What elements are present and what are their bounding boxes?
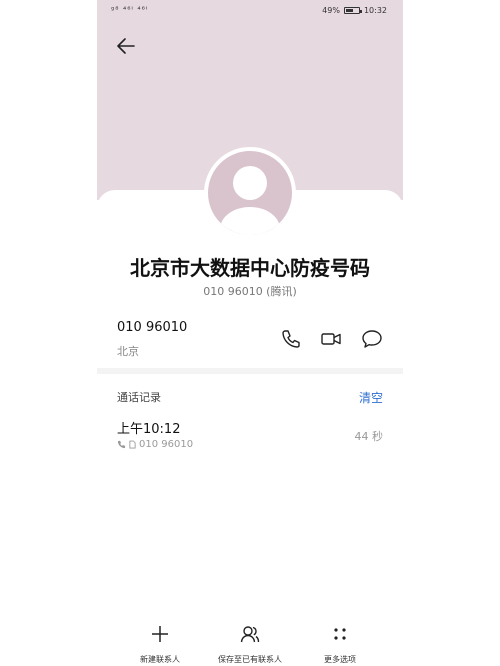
bottom-action-bar: 新建联系人 保存至已有联系人 更多选项 (97, 620, 403, 666)
record-duration: 44 秒 (354, 430, 384, 443)
status-right: 49% 10:32 (322, 6, 387, 15)
clear-call-log-button[interactable]: 清空 (359, 389, 383, 406)
more-options-label: 更多选项 (324, 655, 356, 664)
plus-icon (152, 626, 168, 642)
incoming-call-icon (117, 440, 126, 449)
back-arrow-icon[interactable] (115, 35, 137, 57)
new-contact-label: 新建联系人 (140, 655, 180, 664)
more-dots-icon (334, 628, 346, 640)
more-options-button[interactable]: 更多选项 (295, 624, 385, 666)
record-number: 010 96010 (139, 439, 194, 450)
new-contact-button[interactable]: 新建联系人 (115, 624, 205, 666)
record-time: 上午10:12 (117, 422, 181, 437)
status-bar: ᵍ⁸ ⁴⁶ᴵ ⁴⁶ᴵ 49% 10:32 (97, 0, 403, 22)
phone-number-row[interactable]: 010 96010 北京 (97, 316, 403, 368)
clock: 10:32 (363, 6, 387, 15)
save-to-existing-label: 保存至已有联系人 (218, 655, 282, 664)
section-divider (97, 368, 403, 374)
video-call-icon[interactable] (320, 328, 342, 350)
battery-icon (343, 7, 362, 14)
battery-percent: 49% (322, 6, 340, 15)
phone-location: 北京 (117, 345, 139, 358)
person-silhouette-icon (220, 166, 280, 235)
contact-name: 北京市大数据中心防疫号码 (130, 256, 370, 280)
message-icon[interactable] (361, 328, 383, 350)
call-record-row[interactable]: 上午10:12 010 96010 44 秒 (97, 412, 403, 462)
save-to-existing-button[interactable]: 保存至已有联系人 (205, 624, 295, 666)
contacts-icon (240, 626, 260, 643)
signal-indicators: ᵍ⁸ ⁴⁶ᴵ ⁴⁶ᴵ (111, 5, 149, 14)
record-detail: 010 96010 (117, 439, 193, 450)
contact-detail-screen: ᵍ⁸ ⁴⁶ᴵ ⁴⁶ᴵ 49% 10:32 北京市大数据中心防疫号码 010 96… (97, 0, 403, 666)
sim-card-icon (129, 440, 136, 449)
avatar (204, 147, 296, 239)
phone-number: 010 96010 (117, 320, 188, 335)
call-log-title: 通话记录 (117, 391, 161, 404)
phone-call-icon[interactable] (280, 328, 302, 350)
contact-subtitle: 010 96010 (腾讯) (203, 285, 297, 298)
